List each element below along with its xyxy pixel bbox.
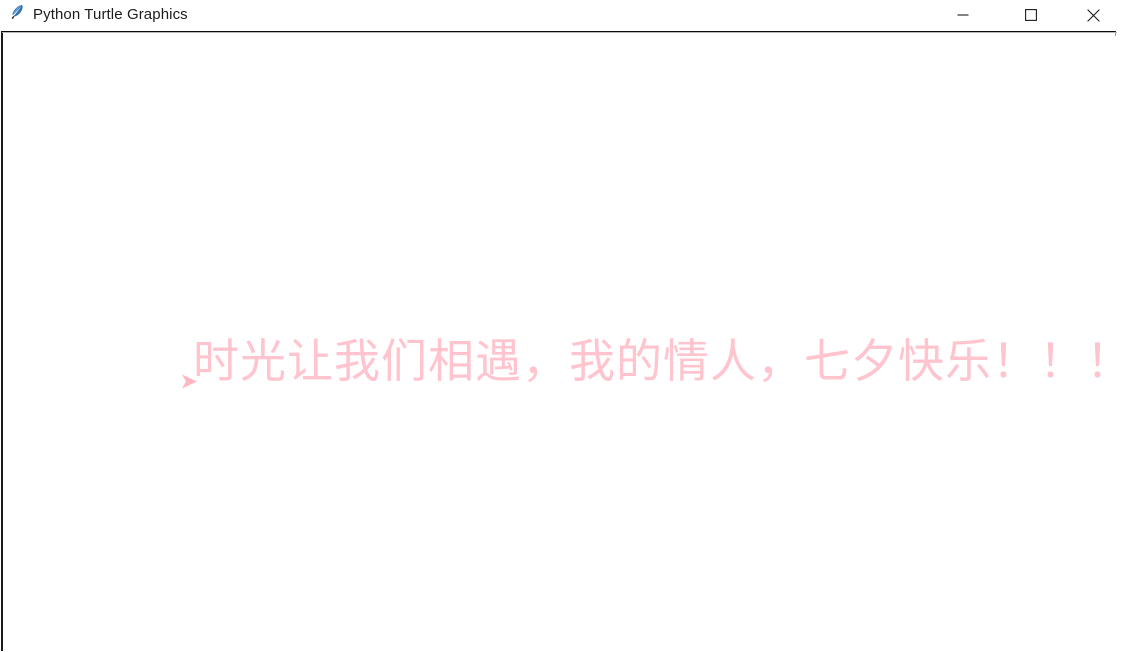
minimize-button[interactable] xyxy=(940,0,986,30)
turtle-arrow-cursor xyxy=(182,374,197,389)
close-button[interactable] xyxy=(1070,0,1116,30)
canvas-frame: 时光让我们相遇，我的情人，七夕快乐！！！ xyxy=(0,30,1118,652)
turtle-graphics-window: Python Turtle Graphics 时光让我们相遇，我的情人，七夕快乐… xyxy=(0,0,1122,652)
turtle-canvas[interactable]: 时光让我们相遇，我的情人，七夕快乐！！！ xyxy=(5,36,1117,652)
maximize-icon xyxy=(1025,9,1037,21)
maximize-button[interactable] xyxy=(1008,0,1054,30)
close-icon xyxy=(1086,8,1100,22)
window-title: Python Turtle Graphics xyxy=(33,6,188,23)
python-feather-icon xyxy=(11,4,23,20)
minimize-icon xyxy=(957,14,969,16)
window-titlebar[interactable]: Python Turtle Graphics xyxy=(0,0,1122,30)
canvas-border: 时光让我们相遇，我的情人，七夕快乐！！！ xyxy=(1,31,1117,652)
drawn-text: 时光让我们相遇，我的情人，七夕快乐！！！ xyxy=(193,334,1117,388)
